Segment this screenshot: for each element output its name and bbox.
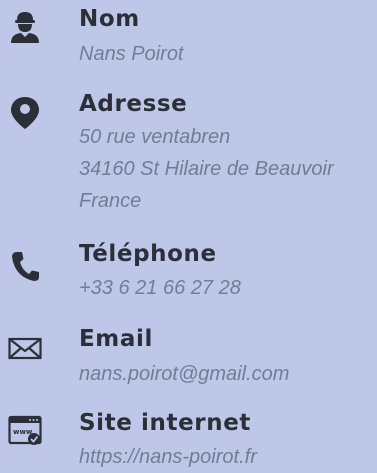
contact-row-address: Adresse 50 rue ventabren 34160 St Hilair… [0,89,377,219]
location-pin-icon [8,95,42,129]
website-label: Site internet [79,410,252,436]
contact-row-name: Nom Nans Poirot [0,4,377,68]
website-value[interactable]: https://nans-poirot.fr [79,441,257,473]
contact-card: Nom Nans Poirot Adresse 50 rue ventabren… [0,0,377,470]
name-value: Nans Poirot [79,43,184,65]
address-label: Adresse [79,91,188,117]
contact-row-phone: Téléphone +33 6 21 66 27 28 [0,239,377,305]
address-line-1: 50 rue ventabren [79,126,231,148]
phone-label: Téléphone [79,241,217,267]
contact-row-website: www Site internet https://nans-poirot.fr [0,408,377,470]
email-value: nans.poirot@gmail.com [79,363,290,385]
phone-value: +33 6 21 66 27 28 [79,277,241,299]
contact-row-email: Email nans.poirot@gmail.com [0,324,377,390]
name-label: Nom [79,6,140,32]
address-line-3: France [79,190,142,212]
address-line-2: 34160 St Hilaire de Beauvoir [79,158,334,180]
envelope-icon [8,330,42,364]
browser-window-icon: www [8,414,42,448]
email-label: Email [79,326,153,352]
person-icon [8,9,42,43]
phone-icon [8,249,42,283]
